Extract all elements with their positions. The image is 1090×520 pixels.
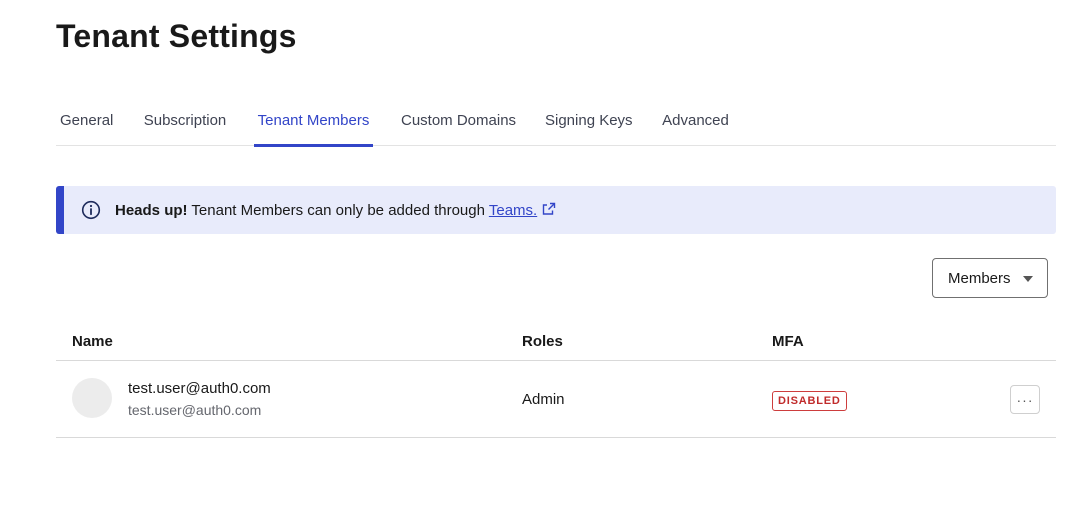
more-horizontal-icon: ···: [1016, 391, 1034, 408]
teams-link[interactable]: Teams.: [489, 202, 537, 219]
alert-title: Heads up!: [115, 201, 188, 219]
table-row[interactable]: test.user@auth0.com test.user@auth0.com …: [56, 361, 1056, 438]
tab-subscription[interactable]: Subscription: [143, 100, 227, 146]
tenant-settings-page: Tenant Settings General Subscription Ten…: [0, 0, 1090, 520]
members-filter-select[interactable]: Members: [932, 258, 1048, 298]
settings-tabs: General Subscription Tenant Members Cust…: [56, 100, 1056, 147]
table-header: Name Roles MFA: [56, 324, 1056, 361]
avatar: [72, 378, 112, 418]
info-icon: [81, 200, 101, 220]
page-title: Tenant Settings: [56, 18, 297, 54]
mfa-status-badge: DISABLED: [772, 391, 847, 411]
alert-message: Tenant Members can only be added through: [191, 201, 485, 219]
column-header-name[interactable]: Name: [72, 333, 113, 350]
member-role: Admin: [522, 391, 565, 408]
column-header-roles[interactable]: Roles: [522, 333, 563, 350]
members-table: Name Roles MFA test.user@auth0.com test.…: [56, 324, 1056, 438]
member-email: test.user@auth0.com: [128, 402, 262, 418]
alert-text: Heads up! Tenant Members can only be add…: [115, 202, 556, 219]
tab-general[interactable]: General: [60, 100, 113, 146]
tab-tenant-members[interactable]: Tenant Members: [254, 100, 373, 147]
tab-signing-keys[interactable]: Signing Keys: [545, 100, 633, 146]
column-header-mfa[interactable]: MFA: [772, 333, 804, 350]
member-name: test.user@auth0.com: [128, 380, 271, 397]
caret-down-icon: [1023, 276, 1033, 282]
tab-custom-domains[interactable]: Custom Domains: [401, 100, 516, 146]
heads-up-alert: Heads up! Tenant Members can only be add…: [56, 186, 1056, 234]
members-filter-value: Members: [948, 269, 1011, 287]
external-link-icon[interactable]: [542, 202, 556, 216]
row-actions-button[interactable]: ···: [1010, 385, 1040, 414]
tab-advanced[interactable]: Advanced: [662, 100, 729, 146]
